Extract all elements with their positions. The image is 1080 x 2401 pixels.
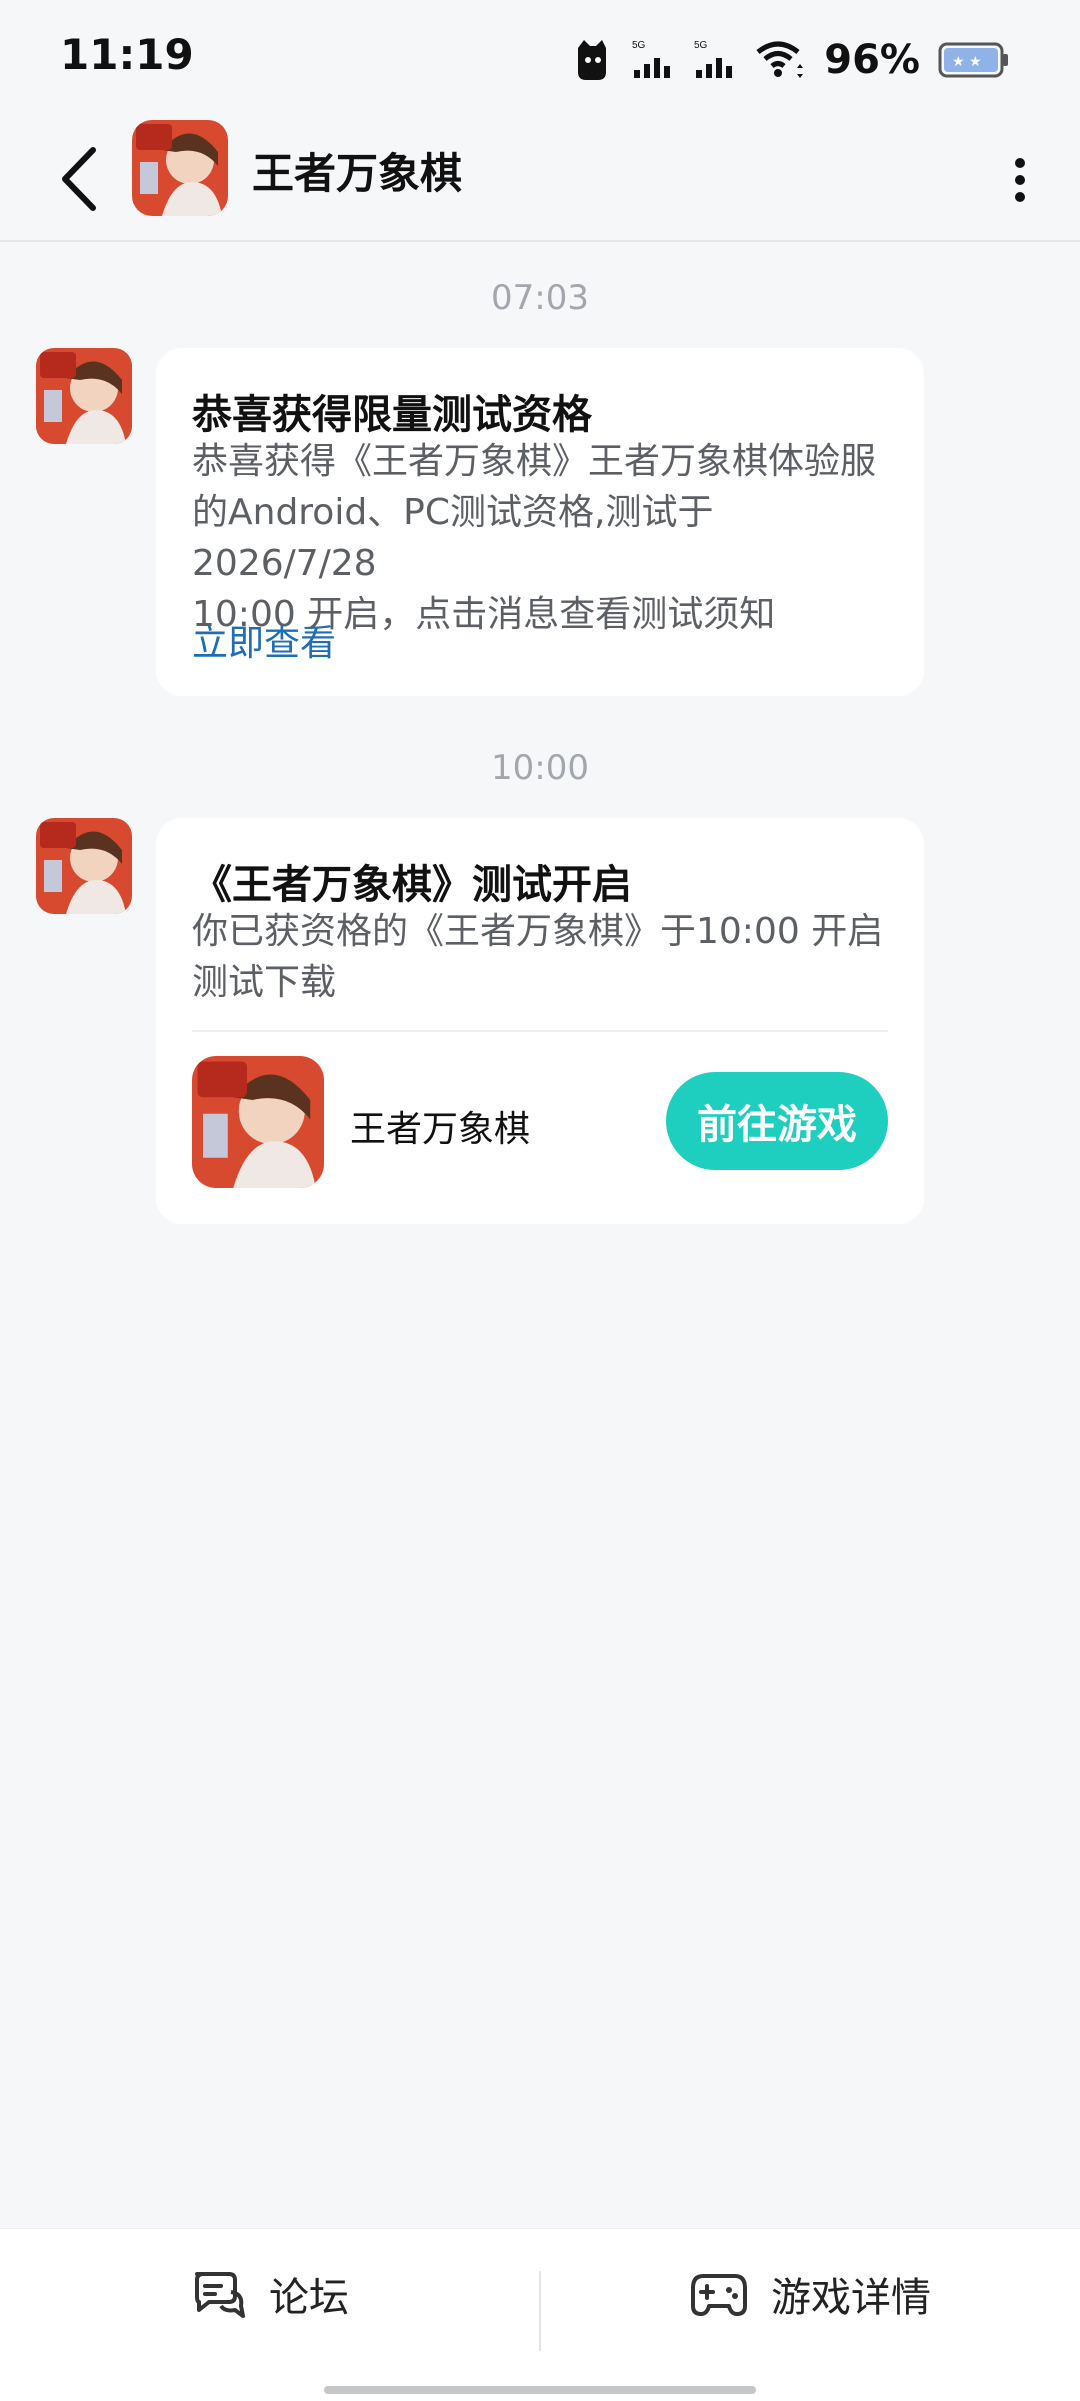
view-now-link[interactable]: 立即查看: [192, 614, 336, 666]
svg-text:★ ★: ★ ★: [952, 54, 982, 70]
app-icon[interactable]: [132, 120, 228, 216]
gamepad-icon: [691, 2274, 747, 2316]
battery-percent: 96%: [824, 37, 920, 83]
bottom-action-bar: 论坛 游戏详情: [0, 2228, 1080, 2401]
notification-app-icon: [572, 38, 612, 82]
battery-icon: ★ ★: [938, 40, 1010, 80]
forum-label: 论坛: [269, 2275, 349, 2321]
message-body-line: 测试下载: [192, 962, 337, 1003]
message-title: 《王者万象棋》测试开启: [192, 862, 632, 908]
message-body-line: 恭喜获得《王者万象棋》王者万象棋体验服: [192, 441, 877, 482]
message-card[interactable]: 恭喜获得限量测试资格 恭喜获得《王者万象棋》王者万象棋体验服 的Android、…: [156, 348, 924, 696]
sender-avatar[interactable]: [36, 348, 132, 444]
message-title: 恭喜获得限量测试资格: [192, 392, 592, 438]
status-time: 11:19: [60, 30, 194, 79]
message-timestamp: 10:00: [491, 748, 589, 788]
forum-icon: [195, 2272, 245, 2318]
message-body: 恭喜获得《王者万象棋》王者万象棋体验服 的Android、PC测试资格,测试于 …: [192, 436, 892, 640]
status-bar: 11:19 5G 5G 96% ★ ★: [0, 0, 1080, 120]
signal-5g-icon: 5G: [630, 38, 674, 82]
wifi-icon: [754, 38, 806, 82]
back-button[interactable]: [40, 134, 120, 224]
signal-5g-icon-2: 5G: [692, 38, 736, 82]
signal-2-label: 5G: [694, 40, 708, 51]
message-body: 你已获资格的《王者万象棋》于10:00 开启 测试下载: [192, 906, 892, 1008]
status-icons: 5G 5G 96% ★ ★: [572, 32, 1010, 88]
more-options-button[interactable]: [980, 140, 1060, 220]
message-body-line: 的Android、PC测试资格,测试于 2026/7/28: [192, 492, 714, 584]
message-body-line: 你已获资格的《王者万象棋》于10:00 开启: [192, 911, 884, 952]
more-vertical-icon: [1015, 158, 1025, 202]
forum-button[interactable]: 论坛: [0, 2229, 540, 2359]
message-card[interactable]: 《王者万象棋》测试开启 你已获资格的《王者万象棋》于10:00 开启 测试下载 …: [156, 818, 924, 1224]
home-indicator[interactable]: [324, 2386, 756, 2394]
message-timestamp: 07:03: [491, 278, 589, 318]
game-details-label: 游戏详情: [771, 2275, 931, 2321]
game-details-button[interactable]: 游戏详情: [540, 2229, 1080, 2359]
card-divider: [192, 1030, 888, 1032]
signal-1-label: 5G: [632, 40, 646, 51]
go-to-game-button[interactable]: 前往游戏: [666, 1072, 888, 1170]
sender-avatar[interactable]: [36, 818, 132, 914]
chevron-left-icon: [62, 147, 96, 211]
page-title: 王者万象棋: [252, 149, 463, 198]
chat-header: 王者万象棋: [0, 120, 1080, 242]
game-icon[interactable]: [192, 1056, 324, 1188]
game-name: 王者万象棋: [350, 1109, 531, 1150]
